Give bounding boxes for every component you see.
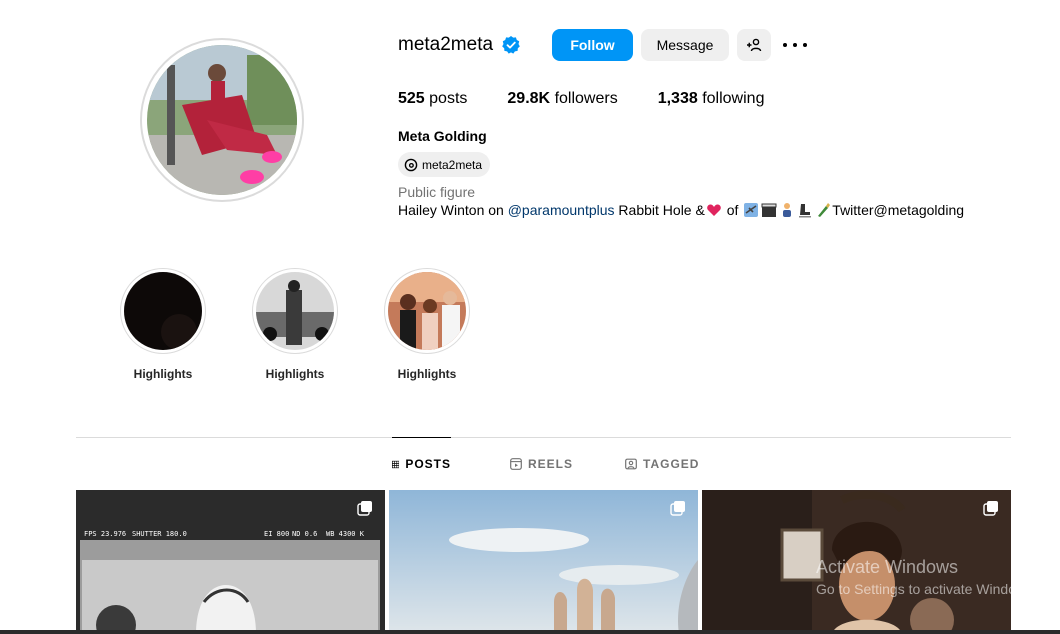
category-label: Public figure <box>398 184 476 200</box>
taskbar-edge <box>0 630 1060 634</box>
airplane-icon <box>744 203 759 217</box>
threads-handle: meta2meta <box>422 157 483 172</box>
profile-avatar-ring[interactable] <box>140 38 304 202</box>
carousel-icon <box>670 501 685 516</box>
story-highlight[interactable]: Highlights <box>382 268 472 381</box>
threads-badge[interactable]: meta2meta <box>398 152 491 177</box>
verified-badge-icon <box>502 36 520 54</box>
highlight-label: Highlights <box>265 367 325 381</box>
profile-stats: 525 posts 29.8K followers 1,338 followin… <box>398 90 804 108</box>
person-icon <box>783 203 792 217</box>
carousel-icon <box>357 501 372 516</box>
tagged-icon <box>625 458 637 469</box>
mention-link[interactable]: @paramountplus <box>508 202 615 218</box>
skate-icon <box>799 204 812 218</box>
post-overlay-text: FPS 23.976 <box>84 530 126 538</box>
follow-button[interactable]: Follow <box>552 29 633 61</box>
clapperboard-icon <box>761 203 777 217</box>
message-button[interactable]: Message <box>641 29 729 61</box>
post-overlay-text: SHUTTER 180.0 <box>132 530 187 538</box>
tab-reels[interactable]: REELS <box>510 437 573 490</box>
reels-icon <box>510 457 522 470</box>
story-highlight[interactable]: Highlights <box>118 268 208 381</box>
highlight-label: Highlights <box>397 367 457 381</box>
grid-icon <box>392 460 400 468</box>
suggested-users-button[interactable] <box>737 29 771 61</box>
following-link[interactable]: 1,338 following <box>658 90 765 108</box>
post-thumbnail[interactable]: FPS 23.976 SHUTTER 180.0 EI 800 ND 0.6 W… <box>76 490 385 634</box>
highlight-cover <box>256 272 334 350</box>
champagne-icon <box>818 203 831 217</box>
full-name: Meta Golding <box>398 128 487 144</box>
carousel-icon <box>983 501 998 516</box>
post-overlay-text: WB 4300 K <box>326 530 365 538</box>
highlight-cover <box>124 272 202 350</box>
highlight-label: Highlights <box>133 367 193 381</box>
tab-posts[interactable]: POSTS <box>392 437 451 490</box>
bio-text: Hailey Winton on @paramountplus Rabbit H… <box>398 202 965 218</box>
windows-activation-watermark: Activate Windows Go to Settings to activ… <box>816 557 1037 597</box>
highlight-cover <box>388 272 466 350</box>
posts-count: 525 posts <box>398 90 468 107</box>
profile-avatar[interactable] <box>147 45 297 195</box>
followers-link[interactable]: 29.8K followers <box>507 90 617 108</box>
post-overlay-text: ND 0.6 <box>292 530 317 538</box>
threads-icon <box>404 158 418 171</box>
heart-icon <box>707 204 721 216</box>
post-thumbnail[interactable] <box>389 490 698 634</box>
profile-header: meta2meta <box>398 29 521 61</box>
story-highlight[interactable]: Highlights <box>250 268 340 381</box>
tab-tagged[interactable]: TAGGED <box>625 437 699 490</box>
add-user-icon <box>747 38 762 52</box>
more-options-icon[interactable] <box>783 36 807 54</box>
username: meta2meta <box>398 34 494 55</box>
post-overlay-text: EI 800 <box>264 530 289 538</box>
